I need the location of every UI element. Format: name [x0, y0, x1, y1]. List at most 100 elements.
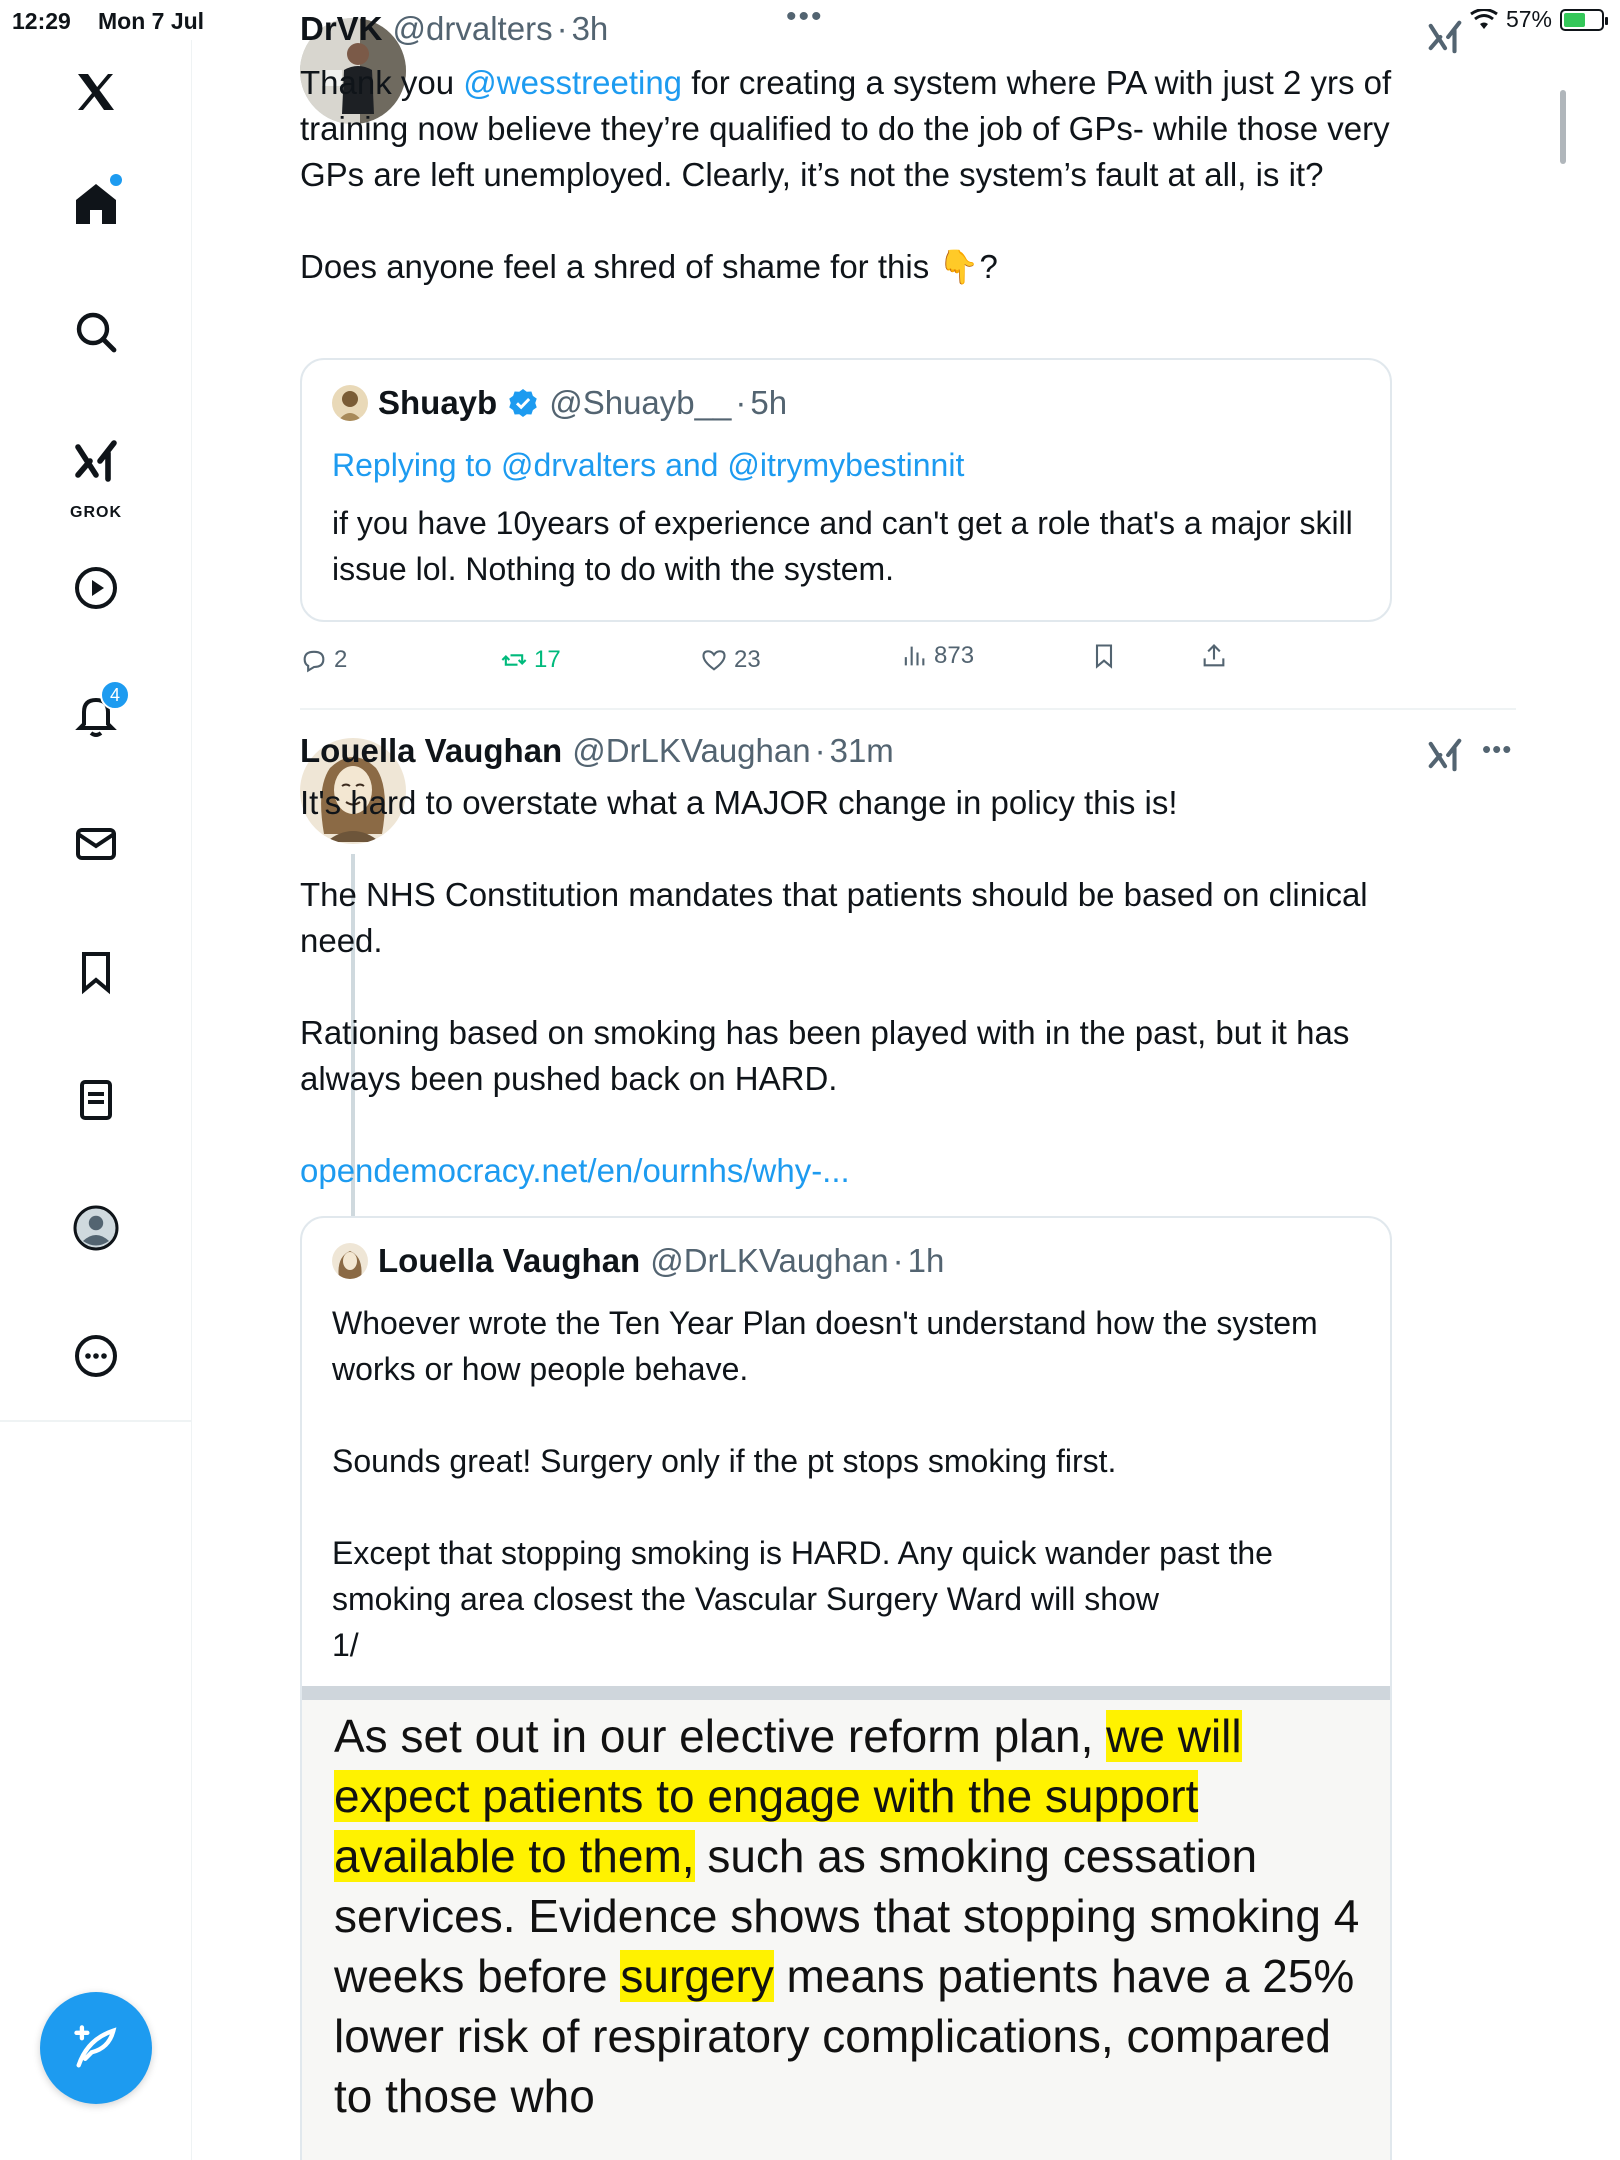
sidebar-item-lists[interactable] [56, 1060, 136, 1140]
views-icon [904, 646, 925, 666]
timeline: DrVK @drvalters · 3h Thank you @wesstree… [192, 0, 1572, 2160]
quote-text: Replying to @drvalters and @itrymybestin… [332, 442, 1362, 592]
share-button[interactable] [1200, 642, 1228, 670]
sidebar-item-search[interactable] [56, 292, 136, 372]
like-count: 23 [734, 646, 761, 673]
grok-explain-icon[interactable] [1426, 18, 1464, 56]
tweet-text-part: ? [979, 248, 998, 285]
author-name: Louella Vaughan [378, 1242, 641, 1279]
verified-badge-icon [509, 389, 537, 417]
quote-text: Whoever wrote the Ten Year Plan doesn't … [332, 1300, 1362, 1668]
sidebar-item-bookmarks[interactable] [56, 932, 136, 1012]
more-options-icon[interactable]: ••• [1482, 734, 1512, 765]
repost-icon [501, 654, 527, 666]
pointing-down-emoji: 👇 [938, 248, 980, 285]
tweet-text: It's hard to overstate what a MAJOR chan… [300, 780, 1400, 1194]
heart-icon [702, 650, 726, 671]
view-count: 873 [934, 642, 975, 669]
author-handle: @Shuayb__ [549, 384, 732, 421]
compose-button[interactable] [40, 1992, 152, 2104]
quote-paragraph: Except that stopping smoking is HARD. An… [332, 1535, 1273, 1617]
compose-icon [74, 2025, 117, 2068]
quote-paragraph: Whoever wrote the Ten Year Plan doesn't … [332, 1305, 1318, 1387]
sidebar-item-notifications[interactable]: 4 [56, 676, 136, 756]
search-icon [76, 312, 117, 353]
sidebar-item-home[interactable] [56, 164, 136, 244]
quote-tweet[interactable]: Shuayb @Shuayb__ · 5h Replying to @drval… [300, 358, 1392, 622]
sidebar-item-more[interactable] [56, 1316, 136, 1396]
bookmark-icon [1095, 644, 1113, 669]
notification-count-badge: 4 [100, 680, 130, 710]
play-icon [75, 567, 117, 609]
document-text: As set out in our elective reform plan, … [334, 1706, 1374, 2126]
tweet-text: Thank you @wesstreeting for creating a s… [300, 60, 1400, 290]
thread-counter: 1/ [332, 1627, 359, 1663]
separator-dot: · [814, 732, 826, 769]
author-handle: @DrLKVaughan [650, 1242, 889, 1279]
quote-image[interactable]: As set out in our elective reform plan, … [302, 1686, 1390, 2160]
x-logo-icon[interactable] [56, 52, 136, 132]
author-handle[interactable]: @DrLKVaughan [572, 732, 810, 770]
tweet-text-part: Thank you [300, 64, 464, 101]
home-icon [76, 184, 116, 224]
avatar [332, 1243, 368, 1279]
reply-icon [303, 650, 325, 673]
sidebar-divider [0, 1420, 192, 1422]
quote-paragraph: Sounds great! Surgery only if the pt sto… [332, 1443, 1117, 1479]
sidebar: GROK 4 [0, 40, 192, 2160]
document-excerpt-image: As set out in our elective reform plan, … [302, 1686, 1390, 2160]
grok-label: GROK [70, 504, 122, 521]
reply-count: 2 [334, 646, 348, 673]
author-handle[interactable]: @drvalters [393, 10, 553, 48]
quote-tweet[interactable]: Louella Vaughan @DrLKVaughan · 1h Whoeve… [300, 1216, 1392, 2160]
author-name[interactable]: Louella Vaughan [300, 732, 562, 770]
sidebar-item-grok[interactable]: GROK [56, 422, 136, 521]
tweet-time[interactable]: 31m [830, 732, 894, 770]
quote-body-text: if you have 10years of experience and ca… [332, 505, 1353, 587]
tweet-time: 1h [907, 1242, 945, 1279]
separator-dot: · [735, 384, 747, 421]
mail-icon [76, 828, 116, 860]
author-name: Shuayb [378, 384, 498, 421]
mention-link[interactable]: @wesstreeting [463, 64, 682, 101]
tweet-time: 5h [750, 384, 788, 421]
tweet-header: Louella Vaughan @DrLKVaughan · 31m [300, 732, 894, 770]
article-link[interactable]: opendemocracy.net/en/ournhs/why-... [300, 1148, 1400, 1194]
tweet-actions: 2 17 23 873 [300, 642, 1392, 696]
scrollbar[interactable] [1560, 90, 1566, 164]
tweet-paragraph: It's hard to overstate what a MAJOR chan… [300, 784, 1178, 821]
replying-to-mentions[interactable]: @drvalters and @itrymybestinnit [501, 447, 964, 483]
grok-explain-icon[interactable] [1426, 736, 1464, 774]
views-button[interactable]: 873 [900, 642, 974, 670]
grok-icon [75, 440, 117, 482]
bookmark-icon [82, 952, 110, 995]
profile-icon [73, 1205, 119, 1251]
like-button[interactable]: 23 [700, 646, 761, 674]
tweet-header: DrVK @drvalters · 3h [300, 10, 608, 48]
doc-text-part: As set out in our elective reform plan, [334, 1710, 1107, 1762]
replying-to-label: Replying to [332, 447, 501, 483]
status-time: 12:29 [12, 8, 71, 34]
tweet-paragraph: The NHS Constitution mandates that patie… [300, 876, 1368, 959]
separator-dot: · [892, 1242, 904, 1279]
repost-count: 17 [534, 646, 561, 673]
avatar [332, 385, 368, 421]
separator-dot: · [556, 10, 568, 47]
sidebar-item-profile[interactable] [56, 1188, 136, 1268]
tweet-paragraph: Rationing based on smoking has been play… [300, 1014, 1350, 1097]
more-icon [75, 1335, 117, 1377]
doc-highlight: surgery [620, 1950, 774, 2002]
reply-button[interactable]: 2 [300, 646, 347, 674]
tweet-text-part: Does anyone feel a shred of shame for th… [300, 248, 939, 285]
author-name[interactable]: DrVK [300, 10, 383, 48]
home-unread-dot [110, 174, 122, 186]
share-icon [1203, 644, 1225, 667]
tweet-time[interactable]: 3h [572, 10, 609, 48]
repost-button[interactable]: 17 [500, 646, 561, 674]
quote-header: Louella Vaughan @DrLKVaughan · 1h [332, 1242, 944, 1280]
quote-header: Shuayb @Shuayb__ · 5h [332, 384, 787, 422]
status-date: Mon 7 Jul [98, 8, 205, 34]
sidebar-item-video[interactable] [56, 548, 136, 628]
sidebar-item-messages[interactable] [56, 804, 136, 884]
bookmark-button[interactable] [1090, 642, 1118, 670]
